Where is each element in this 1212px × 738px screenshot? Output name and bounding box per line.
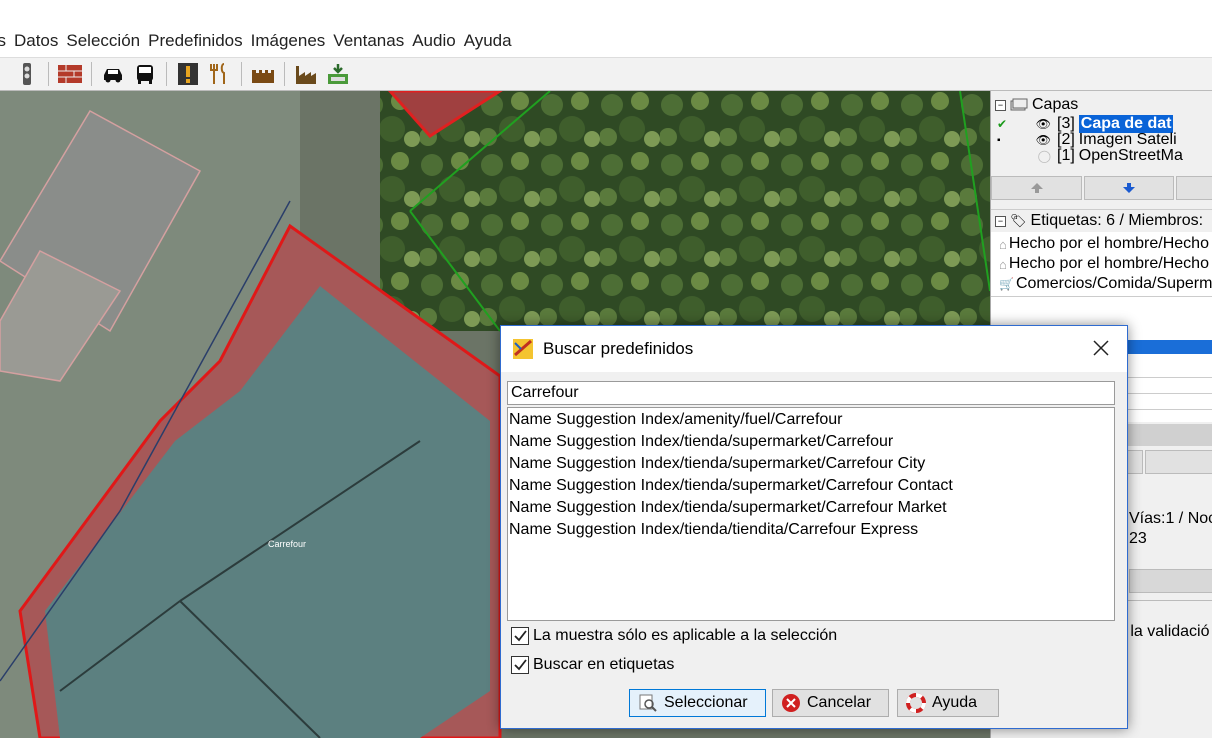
toolbar-separator [284, 62, 285, 86]
tag-row[interactable]: ⌂ Hecho por el hombre/Hecho [991, 254, 1212, 274]
tag-label: Hecho por el hombre/Hecho [1008, 255, 1209, 272]
tag-icon: 🏷 [1010, 213, 1027, 228]
search-input[interactable] [507, 381, 1115, 405]
car-icon[interactable] [100, 61, 126, 87]
tag-row[interactable]: 🛒 Comercios/Comida/Superm [991, 274, 1212, 294]
menu-item-herramientas[interactable]: as [0, 31, 10, 51]
select-button[interactable]: Seleccionar [629, 689, 766, 717]
list-item[interactable]: Name Suggestion Index/tienda/supermarket… [508, 497, 1114, 519]
selection-only-checkbox[interactable]: La muestra sólo es aplicable a la selecc… [511, 627, 837, 645]
brick-wall-icon[interactable] [57, 61, 83, 87]
menu-bar: as Datos Selección Predefinidos Imágenes… [0, 0, 1212, 57]
checkmark-icon[interactable] [511, 656, 529, 674]
search-presets-dialog: Buscar predefinidos Name Suggestion Inde… [500, 325, 1128, 729]
move-down-button[interactable] [1084, 176, 1174, 200]
select-button-label: Seleccionar [664, 694, 748, 711]
josm-app-icon [513, 339, 533, 359]
bus-icon[interactable] [132, 61, 158, 87]
tag-row[interactable]: ⌂ Hecho por el hombre/Hecho [991, 234, 1212, 254]
layer-row[interactable]: ◯ [1] OpenStreetMa [991, 147, 1212, 164]
cart-icon: 🛒 [999, 277, 1014, 291]
layers-panel-header[interactable]: − Capas [991, 94, 1212, 116]
check-icon: ✔ [997, 117, 1008, 131]
magnifier-icon [639, 694, 657, 712]
house-icon: ⌂ [999, 236, 1007, 252]
eye-hidden-icon[interactable]: ◯ [1011, 149, 1051, 163]
menu-item-ventanas[interactable]: Ventanas [329, 31, 408, 51]
checkbox-label: Buscar en etiquetas [533, 656, 675, 673]
move-up-button[interactable] [991, 176, 1083, 200]
list-item[interactable]: Name Suggestion Index/tienda/supermarket… [508, 475, 1114, 497]
tag-label: Comercios/Comida/Superm [1015, 275, 1212, 292]
checkbox-label: La muestra sólo es aplicable a la selecc… [533, 627, 838, 644]
side-button[interactable] [1129, 569, 1212, 593]
map-label-carrefour: Carrefour [268, 539, 307, 549]
dialog-titlebar[interactable]: Buscar predefinidos [501, 326, 1127, 372]
toolbar-separator [48, 62, 49, 86]
cancel-icon [782, 694, 800, 712]
version-value: 23 [1129, 530, 1147, 547]
menu-item-datos[interactable]: Datos [10, 31, 62, 51]
tags-panel-header[interactable]: − 🏷 Etiquetas: 6 / Miembros: [991, 209, 1212, 232]
collapse-icon[interactable]: − [995, 215, 1006, 227]
layer-move-buttons [991, 176, 1212, 200]
toolbar-separator [166, 62, 167, 86]
eye-icon[interactable]: 👁 [1011, 117, 1051, 131]
dialog-title: Buscar predefinidos [543, 339, 694, 358]
list-item[interactable]: Name Suggestion Index/tienda/supermarket… [508, 431, 1114, 453]
toolbar-separator [91, 62, 92, 86]
layer-row[interactable]: ▪ 👁 [2] Imagen Sateli [991, 131, 1212, 148]
menu-item-ayuda[interactable]: Ayuda [460, 31, 516, 51]
layer-extra-button[interactable] [1175, 176, 1212, 200]
collapse-icon[interactable]: − [995, 99, 1006, 111]
layers-panel-title: Capas [1032, 96, 1079, 113]
menu-item-predefinidos[interactable]: Predefinidos [144, 31, 247, 51]
toolbar-separator [241, 62, 242, 86]
list-item[interactable]: Name Suggestion Index/amenity/fuel/Carre… [508, 409, 1114, 431]
menu-item-seleccion[interactable]: Selección [62, 31, 144, 51]
move-icon: ▪ [997, 134, 1001, 146]
menu-item-audio[interactable]: Audio [408, 31, 459, 51]
traffic-light-icon[interactable] [14, 61, 40, 87]
layer-row[interactable]: ✔ 👁 [3] Capa de dat [991, 115, 1212, 133]
cancel-button[interactable]: Cancelar [772, 689, 889, 717]
arrow-down-icon [1123, 183, 1136, 193]
shop-icon[interactable] [325, 61, 351, 87]
validation-label: e la validació [1117, 623, 1210, 640]
preset-toolbar [0, 57, 1212, 91]
castle-icon[interactable] [250, 61, 276, 87]
search-tags-checkbox[interactable]: Buscar en etiquetas [511, 656, 674, 674]
tags-panel-title: Etiquetas: 6 / Miembros: [1030, 212, 1204, 229]
factory-icon[interactable] [293, 61, 319, 87]
checkmark-icon[interactable] [511, 627, 529, 645]
eye-icon[interactable]: 👁 [1011, 133, 1051, 147]
membership-info: Vías:1 / Noc [1129, 510, 1212, 527]
arrow-up-icon [1030, 183, 1043, 193]
edit-button[interactable] [1145, 450, 1212, 474]
tag-label: Hecho por el hombre/Hecho [1008, 235, 1209, 252]
layer-name: OpenStreetMa [1078, 147, 1183, 164]
house-icon: ⌂ [999, 256, 1007, 272]
list-item[interactable]: Name Suggestion Index/tienda/tiendita/Ca… [508, 519, 1114, 541]
layers-icon [1010, 98, 1028, 111]
help-button[interactable]: Ayuda [897, 689, 999, 717]
results-list[interactable]: Name Suggestion Index/amenity/fuel/Carre… [507, 407, 1115, 621]
list-item[interactable]: Name Suggestion Index/tienda/supermarket… [508, 453, 1114, 475]
lifebuoy-icon [906, 693, 926, 713]
close-icon[interactable] [1091, 338, 1111, 358]
menu-item-imagenes[interactable]: Imágenes [247, 31, 330, 51]
cancel-button-label: Cancelar [807, 694, 872, 711]
warning-icon[interactable] [175, 61, 201, 87]
layer-number: [1] [1057, 147, 1075, 164]
restaurant-icon[interactable] [207, 61, 233, 87]
help-button-label: Ayuda [932, 694, 978, 711]
